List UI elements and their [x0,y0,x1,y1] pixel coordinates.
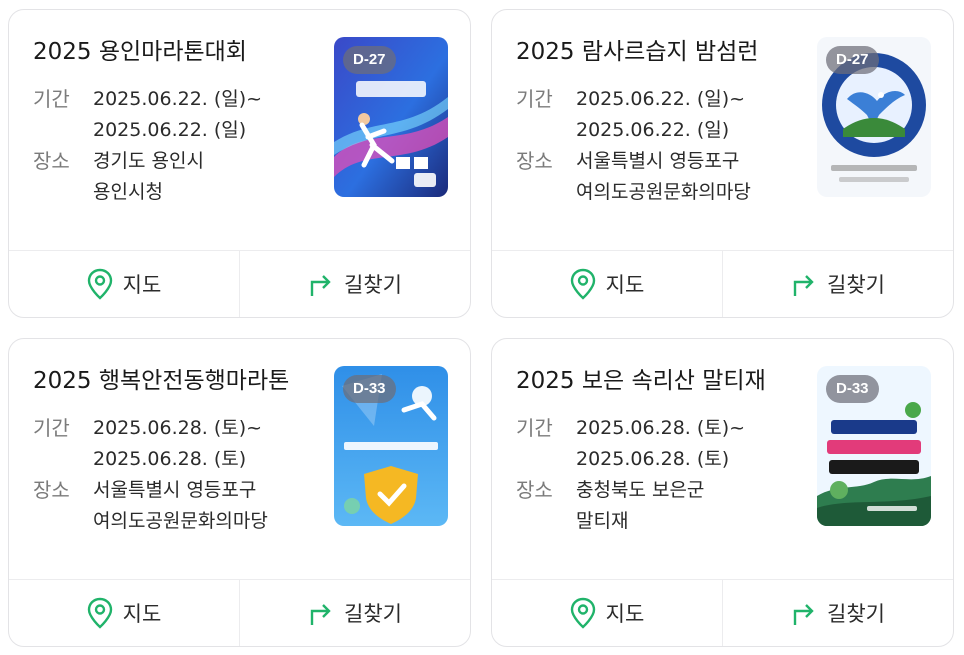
directions-button-label: 길찾기 [344,602,402,626]
location-pin-icon [570,268,595,300]
period-end: 2025.06.28. (토) [93,448,247,470]
place-line2: 용인시청 [93,181,163,203]
place-label: 장소 [516,478,553,502]
place-line2: 여의도공원문화의마당 [93,510,268,532]
event-card-body[interactable]: 2025 람사르습지 밤섬런 기간 2025.06.22. (일)~ 2025.… [492,10,953,253]
period-value: 2025.06.22. (일)~ 2025.06.22. (일) [576,84,745,146]
event-info: 기간 2025.06.22. (일)~ 2025.06.22. (일) 장소 경… [33,84,321,208]
event-card-body[interactable]: 2025 용인마라톤대회 기간 2025.06.22. (일)~ 2025.06… [9,10,470,253]
turn-arrow-icon [310,275,331,296]
directions-button-label: 길찾기 [827,273,885,297]
map-button-label: 지도 [122,602,162,626]
dday-badge: D-27 [826,46,879,74]
period-value: 2025.06.28. (토)~ 2025.06.28. (토) [576,413,745,475]
place-line1: 서울특별시 영등포구 [93,479,257,501]
card-actions: 지도 길찾기 [9,579,470,646]
event-title[interactable]: 2025 용인마라톤대회 [33,36,305,68]
card-actions: 지도 길찾기 [9,250,470,317]
period-value: 2025.06.22. (일)~ 2025.06.22. (일) [93,84,262,146]
period-value: 2025.06.28. (토)~ 2025.06.28. (토) [93,413,262,475]
turn-arrow-icon [793,275,814,296]
directions-button[interactable]: 길찾기 [722,251,953,317]
period-label: 기간 [516,87,553,111]
place-value: 서울특별시 영등포구 여의도공원문화의마당 [576,146,751,208]
place-line2: 여의도공원문화의마당 [576,181,751,203]
period-start: 2025.06.28. (토)~ [576,417,746,439]
place-label: 장소 [33,149,70,173]
period-end: 2025.06.22. (일) [576,119,730,141]
card-actions: 지도 길찾기 [492,579,953,646]
location-pin-icon [87,597,112,629]
directions-button[interactable]: 길찾기 [722,580,953,646]
map-button[interactable]: 지도 [492,580,722,646]
event-poster[interactable]: D-27 [817,37,931,197]
event-poster[interactable]: D-27 [334,37,448,197]
map-button[interactable]: 지도 [9,251,239,317]
directions-button[interactable]: 길찾기 [239,251,470,317]
event-poster[interactable]: D-33 [334,366,448,526]
place-label: 장소 [516,149,553,173]
map-button[interactable]: 지도 [492,251,722,317]
place-value: 충청북도 보은군 말티재 [576,475,704,537]
place-row: 장소 서울특별시 영등포구 여의도공원문화의마당 [516,146,804,208]
place-line1: 경기도 용인시 [93,150,204,172]
map-button-label: 지도 [605,273,645,297]
period-start: 2025.06.28. (토)~ [93,417,263,439]
card-actions: 지도 길찾기 [492,250,953,317]
place-line1: 서울특별시 영등포구 [576,150,740,172]
place-label: 장소 [33,478,70,502]
event-title[interactable]: 2025 보은 속리산 말티재 [516,365,788,397]
dday-badge: D-33 [826,375,879,403]
dday-badge: D-33 [343,375,396,403]
event-info: 기간 2025.06.28. (토)~ 2025.06.28. (토) 장소 서… [33,413,321,537]
period-row: 기간 2025.06.22. (일)~ 2025.06.22. (일) [516,84,804,146]
place-row: 장소 경기도 용인시 용인시청 [33,146,321,208]
period-end: 2025.06.22. (일) [93,119,247,141]
location-pin-icon [87,268,112,300]
place-line1: 충청북도 보은군 [576,479,705,501]
period-end: 2025.06.28. (토) [576,448,730,470]
event-card[interactable]: 2025 행복안전동행마라톤 기간 2025.06.28. (토)~ 2025.… [8,338,471,647]
place-value: 경기도 용인시 용인시청 [93,146,204,208]
period-start: 2025.06.22. (일)~ [576,88,746,110]
event-card-body[interactable]: 2025 보은 속리산 말티재 기간 2025.06.28. (토)~ 2025… [492,339,953,582]
period-row: 기간 2025.06.28. (토)~ 2025.06.28. (토) [516,413,804,475]
place-line2: 말티재 [576,510,629,532]
map-button-label: 지도 [605,602,645,626]
event-title[interactable]: 2025 행복안전동행마라톤 [33,365,305,397]
directions-button-label: 길찾기 [827,602,885,626]
period-label: 기간 [516,416,553,440]
place-row: 장소 충청북도 보은군 말티재 [516,475,804,537]
period-row: 기간 2025.06.28. (토)~ 2025.06.28. (토) [33,413,321,475]
turn-arrow-icon [310,604,331,625]
directions-button-label: 길찾기 [344,273,402,297]
event-card[interactable]: 2025 보은 속리산 말티재 기간 2025.06.28. (토)~ 2025… [491,338,954,647]
event-info: 기간 2025.06.22. (일)~ 2025.06.22. (일) 장소 서… [516,84,804,208]
event-card[interactable]: 2025 람사르습지 밤섬런 기간 2025.06.22. (일)~ 2025.… [491,9,954,318]
event-card[interactable]: 2025 용인마라톤대회 기간 2025.06.22. (일)~ 2025.06… [8,9,471,318]
location-pin-icon [570,597,595,629]
turn-arrow-icon [793,604,814,625]
period-row: 기간 2025.06.22. (일)~ 2025.06.22. (일) [33,84,321,146]
place-value: 서울특별시 영등포구 여의도공원문화의마당 [93,475,268,537]
map-button-label: 지도 [122,273,162,297]
event-card-body[interactable]: 2025 행복안전동행마라톤 기간 2025.06.28. (토)~ 2025.… [9,339,470,582]
place-row: 장소 서울특별시 영등포구 여의도공원문화의마당 [33,475,321,537]
dday-badge: D-27 [343,46,396,74]
period-label: 기간 [33,416,70,440]
event-title[interactable]: 2025 람사르습지 밤섬런 [516,36,788,68]
map-button[interactable]: 지도 [9,580,239,646]
event-info: 기간 2025.06.28. (토)~ 2025.06.28. (토) 장소 충… [516,413,804,537]
directions-button[interactable]: 길찾기 [239,580,470,646]
period-label: 기간 [33,87,70,111]
period-start: 2025.06.22. (일)~ [93,88,263,110]
event-poster[interactable]: D-33 [817,366,931,526]
